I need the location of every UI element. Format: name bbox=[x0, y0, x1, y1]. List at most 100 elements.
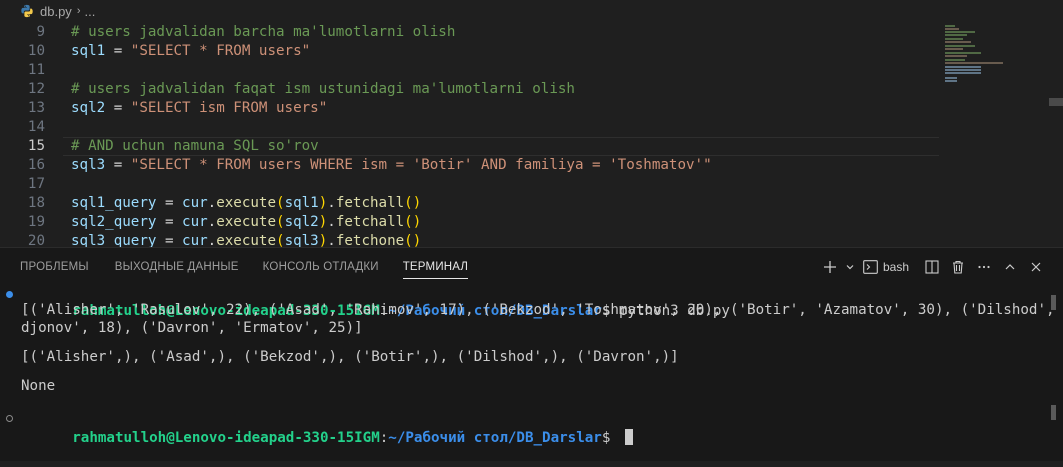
code-bracket: () bbox=[404, 232, 422, 248]
line-number: 10 bbox=[27, 42, 45, 59]
terminal-output: None bbox=[21, 378, 56, 394]
tab-debug-console[interactable]: КОНСОЛЬ ОТЛАДКИ bbox=[263, 248, 379, 285]
code-function: fetchall bbox=[335, 194, 405, 211]
panel-actions: bash bbox=[817, 248, 1049, 285]
bash-terminal-icon bbox=[863, 259, 878, 274]
code-operator: = bbox=[105, 99, 131, 116]
code-operator: = bbox=[156, 232, 183, 248]
code-function: fetchall bbox=[335, 213, 405, 230]
code-variable: sql3_query bbox=[71, 232, 157, 248]
line-number: 19 bbox=[27, 213, 45, 230]
terminal-output: djonov', 18), ('Davron', 'Ermatov', 25)] bbox=[21, 320, 363, 336]
code-operator: . bbox=[327, 213, 336, 230]
code-line[interactable]: 16 sql3 = "SELECT * FROM users WHERE ism… bbox=[0, 155, 938, 174]
code-operator: . bbox=[327, 194, 336, 211]
code-line[interactable]: 11 bbox=[0, 60, 938, 79]
code-string: "SELECT * FROM users" bbox=[130, 42, 311, 59]
code-line[interactable]: 14 bbox=[0, 117, 938, 136]
code-comment: # users jadvalidan faqat ism ustunidagi … bbox=[71, 80, 575, 97]
code-function: execute bbox=[216, 213, 277, 230]
terminal-output: [('Alisher', 'Rasulov', 22), ('Asad', 'R… bbox=[21, 302, 1063, 318]
code-line[interactable]: 17 bbox=[0, 174, 938, 193]
prompt-user: rahmatulloh@Lenovo-ideapad-330-15IGM bbox=[72, 430, 380, 446]
code-function: fetchone bbox=[335, 232, 405, 248]
prompt-dollar: $ bbox=[601, 430, 619, 446]
code-variable: sql2_query bbox=[71, 213, 157, 230]
terminal[interactable]: rahmatulloh@Lenovo-ideapad-330-15IGM:~/Р… bbox=[0, 285, 1063, 461]
split-terminal-icon[interactable] bbox=[919, 256, 945, 278]
more-icon[interactable] bbox=[971, 256, 997, 278]
code-bracket: () bbox=[404, 213, 422, 230]
line-number: 12 bbox=[27, 80, 45, 97]
line-number: 18 bbox=[27, 194, 45, 211]
add-terminal-icon[interactable] bbox=[817, 256, 843, 278]
code-line[interactable]: 9 # users jadvalidan barcha ma'lumotlarn… bbox=[0, 22, 938, 41]
tab-problems[interactable]: ПРОБЛЕМЫ bbox=[20, 248, 89, 285]
editor-scrollbar[interactable] bbox=[1049, 98, 1063, 106]
shell-label: bash bbox=[882, 259, 909, 274]
code-operator: = bbox=[105, 156, 131, 173]
maximize-panel-icon[interactable] bbox=[997, 256, 1023, 278]
code-bracket: ( bbox=[276, 232, 285, 248]
prompt-colon: : bbox=[379, 430, 389, 446]
terminal-scrollbar[interactable] bbox=[1051, 295, 1056, 310]
trash-icon[interactable] bbox=[945, 256, 971, 278]
line-number: 17 bbox=[27, 175, 45, 192]
code-variable: sql3 bbox=[71, 156, 106, 173]
close-panel-icon[interactable] bbox=[1023, 256, 1049, 278]
code-variable: sql1 bbox=[284, 194, 319, 211]
line-number: 15 bbox=[27, 137, 45, 154]
terminal-output: [('Alisher',), ('Asad',), ('Bekzod',), (… bbox=[21, 349, 679, 365]
minimap[interactable] bbox=[942, 22, 1022, 247]
code-operator: . bbox=[207, 213, 217, 230]
code-bracket: ) bbox=[318, 232, 328, 248]
code-operator: . bbox=[207, 194, 217, 211]
code-bracket: ) bbox=[318, 213, 328, 230]
line-number: 16 bbox=[27, 156, 45, 173]
python-file-icon bbox=[21, 4, 33, 18]
code-line[interactable]: 19 sql2_query = cur.execute(sql2).fetcha… bbox=[0, 212, 938, 231]
code-variable: cur bbox=[182, 194, 208, 211]
code-line[interactable]: 13 sql2 = "SELECT ism FROM users" bbox=[0, 98, 938, 117]
tab-output[interactable]: ВЫХОДНЫЕ ДАННЫЕ bbox=[115, 248, 239, 285]
code-operator: = bbox=[105, 42, 131, 59]
code-line[interactable]: 18 sql1_query = cur.execute(sql1).fetcha… bbox=[0, 193, 938, 212]
prompt-path: ~/Рабочий стол/DB_Darslar bbox=[388, 430, 602, 446]
tab-terminal[interactable]: ТЕРМИНАЛ bbox=[402, 248, 469, 285]
code-comment: # AND uchun namuna SQL so'rov bbox=[71, 137, 319, 154]
code-string: "SELECT * FROM users WHERE ism = 'Botir'… bbox=[130, 156, 712, 173]
terminal-scrollbar[interactable] bbox=[1051, 405, 1056, 420]
line-number: 13 bbox=[27, 99, 45, 116]
breadcrumb-separator: › bbox=[76, 5, 81, 17]
code-line[interactable]: 15 # AND uchun namuna SQL so'rov bbox=[0, 136, 938, 155]
code-bracket: ) bbox=[318, 194, 328, 211]
code-comment: # users jadvalidan barcha ma'lumotlarni … bbox=[71, 23, 456, 40]
terminal-line: rahmatulloh@Lenovo-ideapad-330-15IGM:~/Р… bbox=[21, 410, 633, 446]
code-line[interactable]: 20 sql3_query = cur.execute(sql3).fetcho… bbox=[0, 231, 938, 248]
terminal-cursor bbox=[624, 429, 633, 445]
code-variable: sql2 bbox=[284, 213, 319, 230]
code-variable: cur bbox=[182, 232, 208, 248]
command-success-dot[interactable] bbox=[6, 291, 13, 298]
code-function: execute bbox=[216, 194, 277, 211]
breadcrumb-file[interactable]: db.py bbox=[40, 4, 72, 19]
bottom-panel: ПРОБЛЕМЫ ВЫХОДНЫЕ ДАННЫЕ КОНСОЛЬ ОТЛАДКИ… bbox=[0, 247, 1063, 461]
code-line[interactable]: 12 # users jadvalidan faqat ism ustunida… bbox=[0, 79, 938, 98]
line-number: 9 bbox=[36, 23, 45, 40]
code-line[interactable]: 10 sql1 = "SELECT * FROM users" bbox=[0, 41, 938, 60]
shell-selector[interactable]: bash bbox=[863, 256, 909, 278]
line-number: 11 bbox=[27, 61, 45, 78]
code-string: "SELECT ism FROM users" bbox=[130, 99, 328, 116]
code-variable: sql3 bbox=[284, 232, 319, 248]
chevron-down-icon[interactable] bbox=[843, 256, 857, 278]
line-number: 20 bbox=[27, 232, 45, 248]
code-operator: = bbox=[156, 213, 183, 230]
code-variable: sql2 bbox=[71, 99, 106, 116]
code-operator: = bbox=[156, 194, 183, 211]
code-function: execute bbox=[216, 232, 277, 248]
code-operator: . bbox=[207, 232, 217, 248]
command-pending-dot[interactable] bbox=[6, 415, 13, 422]
code-variable: sql1 bbox=[71, 42, 106, 59]
breadcrumb-more[interactable]: ... bbox=[84, 4, 95, 19]
code-editor[interactable]: 9 # users jadvalidan barcha ma'lumotlarn… bbox=[0, 22, 1063, 247]
